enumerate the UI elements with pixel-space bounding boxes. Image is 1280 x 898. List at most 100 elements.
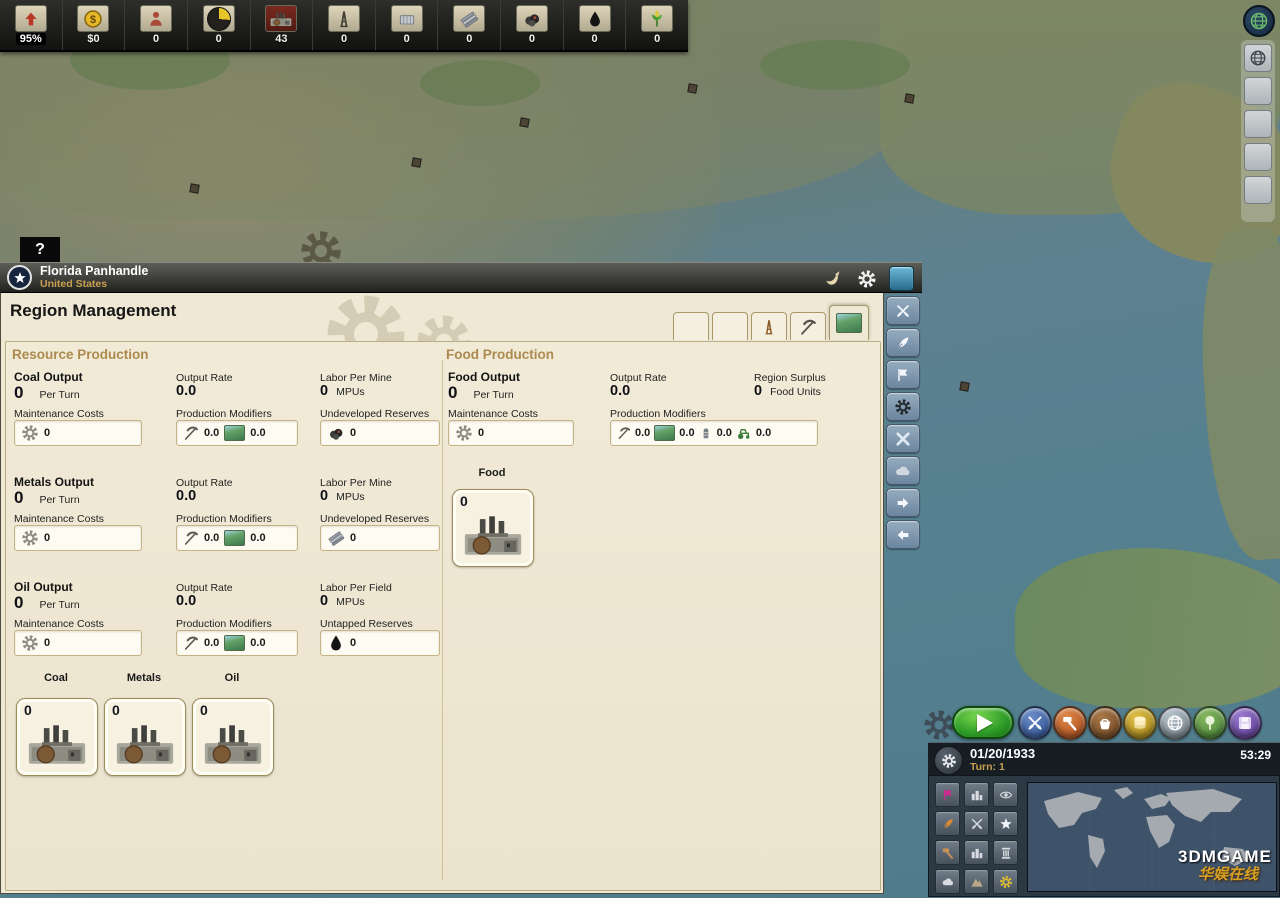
- arrow-left-icon: [895, 527, 911, 543]
- environment-menu-button[interactable]: [1193, 706, 1227, 740]
- pickaxe-icon: [183, 635, 199, 651]
- map-mode-globe-button[interactable]: [1244, 44, 1272, 72]
- derrick-value: 0: [341, 33, 347, 45]
- maintenance-value: 0: [44, 637, 50, 649]
- resource-slot-money[interactable]: $0: [63, 0, 126, 50]
- industry-overlay-button[interactable]: [964, 782, 989, 807]
- next-region-button[interactable]: [886, 488, 920, 517]
- map-mode-button[interactable]: [1244, 110, 1272, 138]
- trade-menu-button[interactable]: [1123, 706, 1157, 740]
- reserves-value: 0: [350, 532, 356, 544]
- metal-value: 0: [466, 33, 472, 45]
- resource-slot-coal[interactable]: 0: [188, 0, 251, 50]
- maintenance-label: Maintenance Costs: [448, 408, 538, 420]
- tree-icon: [1201, 714, 1219, 732]
- surplus-unit: Food Units: [770, 386, 821, 398]
- close-button[interactable]: [886, 424, 920, 453]
- nation-emblem-icon: [7, 265, 32, 290]
- resource-slot-population[interactable]: 0: [125, 0, 188, 50]
- resources-menu-button[interactable]: [1088, 706, 1122, 740]
- arrow-right-icon: [895, 495, 911, 511]
- game-settings-button[interactable]: [934, 746, 963, 775]
- oil-output-group: Oil Output 0Per Turn Maintenance Costs 0…: [6, 580, 880, 684]
- map-unit-icon[interactable]: [189, 183, 199, 193]
- coins-icon: [1131, 714, 1149, 732]
- modifiers-label: Production Modifiers: [176, 618, 272, 630]
- end-turn-play-button[interactable]: [952, 706, 1014, 739]
- flags-overlay-button[interactable]: [935, 782, 960, 807]
- flag-button[interactable]: [886, 360, 920, 389]
- city-icon: [970, 788, 984, 802]
- map-unit-icon[interactable]: [904, 93, 914, 103]
- dove-button[interactable]: [823, 268, 845, 290]
- resource-slot-metal[interactable]: 0: [438, 0, 501, 50]
- map-unit-icon[interactable]: [959, 381, 969, 391]
- pickaxe-icon: [617, 426, 631, 440]
- metals-building-label: Metals: [104, 672, 184, 684]
- population-value: 0: [153, 33, 159, 45]
- mountain-icon: [970, 875, 984, 889]
- watermark-line2: 华娱在线: [1198, 867, 1272, 884]
- resource-slot-derrick[interactable]: 0: [313, 0, 376, 50]
- watermark-line1: 3DMGAME: [1178, 848, 1272, 867]
- diplomacy-overlay-button[interactable]: [935, 811, 960, 836]
- edit-button[interactable]: [886, 328, 920, 357]
- ore-value: 0: [529, 33, 535, 45]
- metals-building-card[interactable]: 0: [104, 698, 186, 776]
- resource-slot-food[interactable]: 0: [626, 0, 688, 50]
- globe-view-button[interactable]: [1243, 5, 1275, 37]
- derrick-icon: [760, 318, 778, 336]
- oil-building-card[interactable]: 0: [192, 698, 274, 776]
- map-unit-icon[interactable]: [411, 157, 421, 167]
- cities-overlay-button[interactable]: [964, 840, 989, 865]
- units-overlay-button[interactable]: [993, 811, 1018, 836]
- map-unit-icon[interactable]: [519, 117, 529, 127]
- construction-overlay-button[interactable]: [935, 840, 960, 865]
- monuments-overlay-button[interactable]: [993, 840, 1018, 865]
- metals-output-value: 0: [14, 488, 23, 508]
- production-menu-button[interactable]: [1053, 706, 1087, 740]
- tab-resources-active[interactable]: [829, 305, 869, 340]
- food-building-card[interactable]: 0: [452, 489, 534, 567]
- resource-slot-ore[interactable]: 0: [501, 0, 564, 50]
- oil-output-label: Oil Output: [14, 580, 73, 594]
- gear-decoration-icon: [922, 708, 956, 742]
- tab-mining[interactable]: [790, 312, 826, 340]
- terrain-overlay-button[interactable]: [964, 869, 989, 894]
- military-button[interactable]: [886, 296, 920, 325]
- tab-overview[interactable]: [673, 312, 709, 340]
- settings-gear-button[interactable]: [857, 269, 877, 289]
- region-identity: Florida Panhandle United States: [40, 265, 148, 290]
- minimize-panel-button[interactable]: [889, 266, 914, 291]
- map-mode-button[interactable]: [1244, 143, 1272, 171]
- save-button[interactable]: [1228, 706, 1262, 740]
- resource-slot-approval[interactable]: 95%: [0, 0, 63, 50]
- map-unit-icon[interactable]: [687, 83, 697, 93]
- options-overlay-button[interactable]: [993, 869, 1018, 894]
- resource-slot-oil[interactable]: 0: [564, 0, 627, 50]
- previous-region-button[interactable]: [886, 520, 920, 549]
- map-landmass: [1194, 227, 1280, 563]
- military-menu-button[interactable]: [1018, 706, 1052, 740]
- resource-slot-industry[interactable]: 43: [251, 0, 314, 50]
- help-button[interactable]: ?: [20, 237, 60, 262]
- panel-content: Resource Production Food Production Coal…: [5, 341, 881, 891]
- factory-icon: [203, 723, 263, 767]
- military-overlay-button[interactable]: [964, 811, 989, 836]
- tab-industry[interactable]: [751, 312, 787, 340]
- tractor-icon: [736, 425, 752, 441]
- weather-button[interactable]: [886, 456, 920, 485]
- map-mode-button[interactable]: [1244, 176, 1272, 204]
- industry-icon: [265, 5, 297, 32]
- map-mode-button[interactable]: [1244, 77, 1272, 105]
- gear-icon: [21, 634, 39, 652]
- coal-building-card[interactable]: 0: [16, 698, 98, 776]
- intel-overlay-button[interactable]: [993, 782, 1018, 807]
- resource-slot-goods[interactable]: 0: [376, 0, 439, 50]
- modifier-terrain-value: 0.0: [250, 637, 265, 649]
- diplomacy-menu-button[interactable]: [1158, 706, 1192, 740]
- weather-overlay-button[interactable]: [935, 869, 960, 894]
- settings-button[interactable]: [886, 392, 920, 421]
- food-building-label: Food: [452, 467, 532, 479]
- tab-population[interactable]: [712, 312, 748, 340]
